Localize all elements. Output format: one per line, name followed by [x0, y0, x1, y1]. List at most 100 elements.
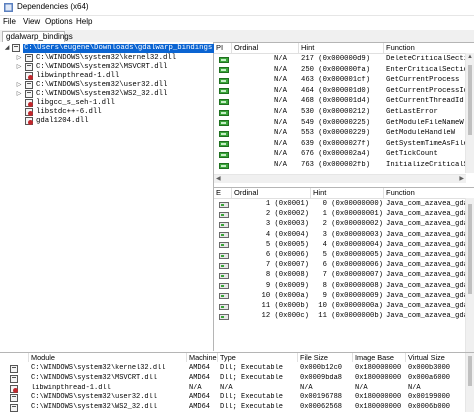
module-row[interactable]: C:\WINDOWS\system32\user32.dll AMD64 Dll; …	[0, 393, 474, 403]
module-machine: AMD64	[189, 403, 211, 412]
menu-file[interactable]: File	[3, 17, 16, 26]
col-pi[interactable]: PI	[214, 43, 232, 53]
col-virtual-size[interactable]: Virtual Size	[406, 353, 466, 362]
import-hint: 250 (0x000000fa)	[301, 65, 371, 74]
module-row[interactable]: C:\WINDOWS\system32\WS2_32.dll AMD64 Dll; …	[0, 403, 474, 413]
col-type[interactable]: Type	[218, 353, 298, 362]
export-row[interactable]: 11 (0x000b) 10 (0x0000000a) Java_com_azave…	[214, 302, 466, 311]
module-virtual-size: 0x00199000	[408, 393, 451, 402]
scroll-right-icon[interactable]: ▶	[459, 175, 464, 183]
import-row[interactable]: N/A 530 (0x00000212) GetLastError	[214, 108, 466, 117]
exports-pane[interactable]: E Ordinal Hint Function 1 (0x0001) 0 (0x0…	[214, 187, 474, 352]
export-row[interactable]: 6 (0x0006) 5 (0x00000005) Java_com_azavea_…	[214, 251, 466, 260]
module-type: Dll; Executable	[220, 403, 284, 412]
collapse-icon[interactable]: ◢	[4, 44, 10, 53]
module-icon	[12, 44, 20, 52]
import-row[interactable]: N/A 464 (0x000001d0) GetCurrentProcessId	[214, 87, 466, 96]
import-function-icon	[219, 120, 229, 127]
module-virtual-size: 0x000a6000	[408, 373, 451, 382]
export-hint: 0 (0x00000000)	[322, 200, 383, 208]
export-hint: 9 (0x00000009)	[322, 291, 383, 300]
import-row[interactable]: N/A 217 (0x000000d9) DeleteCriticalSection	[214, 55, 466, 64]
import-function: GetTickCount	[386, 150, 438, 159]
import-hint: 530 (0x00000212)	[301, 108, 371, 116]
export-row[interactable]: 9 (0x0009) 8 (0x00000008) Java_com_azavea_…	[214, 282, 466, 291]
module-image-base: 0x180000000	[355, 373, 402, 382]
import-row[interactable]: N/A 463 (0x000001cf) GetCurrentProcess	[214, 76, 466, 85]
col-function[interactable]: Function	[384, 188, 466, 198]
imports-pane[interactable]: PI Ordinal Hint Function N/A 217 (0x00000…	[214, 42, 474, 183]
module-row[interactable]: libwinpthread-1.dll N/A N/A N/A N/A N/A	[0, 384, 474, 394]
dependency-tree[interactable]: ◢ C:\Users\eugene\Downloads\gdalwarp_bin…	[0, 42, 231, 351]
col-hint[interactable]: Hint	[311, 188, 384, 198]
col-machine[interactable]: Machine	[187, 353, 218, 362]
import-function: InitializeCriticalSection	[386, 161, 466, 169]
module-machine: AMD64	[189, 364, 211, 372]
import-row[interactable]: N/A 250 (0x000000fa) EnterCriticalSection	[214, 66, 466, 75]
import-function-icon	[219, 130, 229, 137]
export-row[interactable]: 12 (0x000c) 11 (0x0000000b) Java_com_azave…	[214, 312, 466, 321]
export-row[interactable]: 3 (0x0003) 2 (0x00000002) Java_com_azavea_…	[214, 220, 466, 229]
col-function[interactable]: Function	[384, 43, 466, 53]
module-row[interactable]: C:\WINDOWS\system32\MSVCRT.dll AMD64 Dll; …	[0, 374, 474, 384]
export-function: Java_com_azavea_gdal	[386, 312, 466, 321]
imports-scroll-thumb[interactable]	[468, 65, 472, 135]
module-machine: AMD64	[189, 393, 211, 402]
expand-icon[interactable]: ▷	[16, 90, 22, 99]
imports-vscroll[interactable]: ▲	[465, 53, 474, 173]
export-function: Java_com_azavea_gdal	[386, 251, 466, 259]
import-row[interactable]: N/A 468 (0x000001d4) GetCurrentThreadId	[214, 97, 466, 106]
import-row[interactable]: N/A 676 (0x000002a4) GetTickCount	[214, 150, 466, 159]
export-row[interactable]: 7 (0x0007) 6 (0x00000006) Java_com_azavea_…	[214, 261, 466, 270]
module-type: Dll; Executable	[220, 373, 284, 382]
export-hint: 5 (0x00000005)	[322, 251, 383, 259]
export-row[interactable]: 8 (0x0008) 7 (0x00000007) Java_com_azavea_…	[214, 271, 466, 280]
scroll-up-icon[interactable]: ▲	[467, 53, 473, 61]
modules-list[interactable]: Module Machine Type File Size Image Base…	[0, 352, 474, 413]
col-hint[interactable]: Hint	[299, 43, 384, 53]
import-row[interactable]: N/A 553 (0x00000229) GetModuleHandleW	[214, 129, 466, 138]
import-function-icon	[219, 88, 229, 95]
col-ordinal[interactable]: Ordinal	[232, 188, 311, 198]
menu-options[interactable]: Options	[45, 17, 73, 26]
module-image-base: 0x180000000	[355, 403, 402, 412]
import-hint: 463 (0x000001cf)	[301, 76, 371, 85]
import-row[interactable]: N/A 763 (0x000002fb) InitializeCriticalSec…	[214, 161, 466, 170]
expand-icon[interactable]: ▷	[16, 63, 22, 72]
export-row[interactable]: 2 (0x0002) 1 (0x00000001) Java_com_azavea_…	[214, 210, 466, 219]
export-row[interactable]: 10 (0x000a) 9 (0x00000009) Java_com_azavea…	[214, 292, 466, 301]
col-image-base[interactable]: Image Base	[353, 353, 406, 362]
export-ordinal: 12 (0x000c)	[261, 312, 309, 321]
missing-module-icon	[25, 117, 33, 125]
tree-item-label: C:\WINDOWS\system32\WS2_32.dll	[36, 90, 168, 98]
expand-icon[interactable]: ▷	[16, 54, 22, 63]
tree-root-label: C:\Users\eugene\Downloads\gdalwarp_bindi…	[23, 44, 231, 53]
tab-gdalwarp-bindings[interactable]: gdalwarp_bindings	[2, 31, 73, 42]
export-row[interactable]: 5 (0x0005) 4 (0x00000004) Java_com_azavea_…	[214, 241, 466, 250]
import-row[interactable]: N/A 639 (0x0000027f) GetSystemTimeAsFileTi…	[214, 140, 466, 149]
import-function: GetSystemTimeAsFileTime	[386, 139, 466, 148]
module-row[interactable]: C:\WINDOWS\system32\kernel32.dll AMD64 Dll…	[0, 364, 474, 374]
export-function-icon	[219, 201, 229, 208]
import-function: GetLastError	[386, 108, 438, 116]
col-e[interactable]: E	[214, 188, 232, 198]
expand-icon[interactable]: ▷	[16, 81, 22, 90]
menu-help[interactable]: Help	[76, 17, 92, 26]
import-ordinal: N/A	[274, 161, 287, 169]
export-row[interactable]: 1 (0x0001) 0 (0x00000000) Java_com_azavea_…	[214, 200, 466, 209]
export-row[interactable]: 4 (0x0004) 3 (0x00000003) Java_com_azavea_…	[214, 231, 466, 240]
module-type: N/A	[220, 383, 233, 392]
scroll-left-icon[interactable]: ◀	[216, 175, 221, 183]
col-module[interactable]: Module	[29, 353, 187, 362]
tree-item-label: gdal1204.dll	[36, 117, 89, 125]
imports-hscroll[interactable]: ◀ ▶	[214, 174, 466, 183]
exports-vscroll[interactable]	[465, 198, 474, 352]
import-row[interactable]: N/A 549 (0x00000225) GetModuleFileNameW	[214, 119, 466, 128]
col-file-size[interactable]: File Size	[298, 353, 353, 362]
export-function: Java_com_azavea_gdal	[386, 230, 466, 239]
col-ordinal[interactable]: Ordinal	[232, 43, 299, 53]
menu-view[interactable]: View	[23, 17, 40, 26]
exports-scroll-thumb[interactable]	[468, 204, 472, 294]
module-icon	[10, 374, 18, 383]
export-ordinal: 8 (0x0008)	[265, 271, 309, 280]
